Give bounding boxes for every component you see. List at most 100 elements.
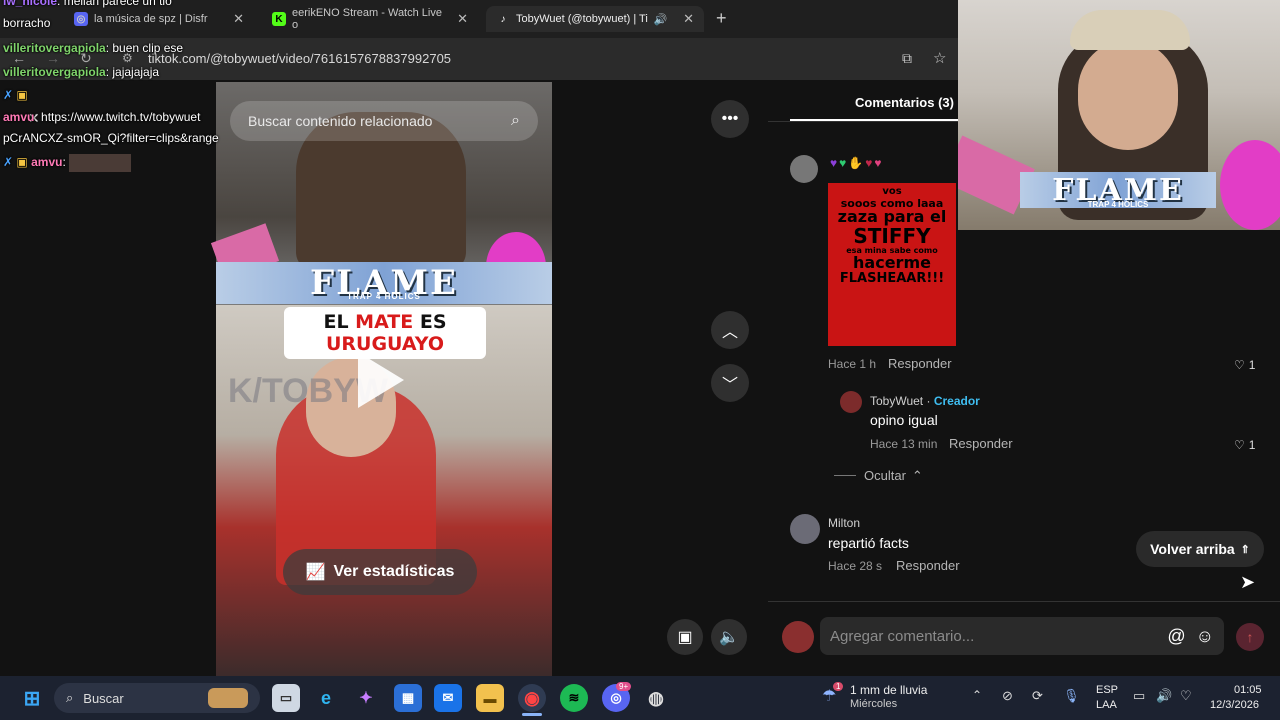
view-stats-button[interactable]: 📈 Ver estadísticas (283, 549, 477, 595)
sticker-text: FLASHEAAR!!! (839, 271, 945, 287)
sticker-text: STIFFY (853, 223, 931, 248)
chat-message: borracho (3, 16, 50, 30)
streamer-face (1078, 40, 1178, 150)
volume-icon[interactable]: 🔊 (1156, 688, 1172, 704)
volume-button[interactable]: 🔈 (711, 619, 747, 655)
divider (834, 475, 856, 476)
taskbar-search-label: Buscar (83, 690, 124, 706)
hide-replies-button[interactable]: Ocultar ⌃ (864, 468, 923, 484)
network-disabled-icon[interactable]: ⊘ (1002, 688, 1013, 704)
chat-message: ✗ ▣ amvu: (3, 154, 132, 172)
edge-icon[interactable]: e (312, 684, 340, 712)
mention-icon[interactable]: @ (1167, 626, 1185, 647)
language-code[interactable]: ESP (1096, 684, 1118, 696)
back-to-top-button[interactable]: Volver arriba ⇑ (1136, 531, 1264, 567)
clock-date: 12/3/2026 (1210, 699, 1259, 711)
related-search-input[interactable]: Buscar contenido relacionado ⌕ (230, 101, 538, 141)
spotify-icon[interactable]: ≋ (560, 684, 588, 712)
sub-badge-icon: ▣ (16, 155, 28, 170)
tab-kick[interactable]: K eerikENO Stream - Watch Live o ✕ (262, 6, 478, 32)
display-icon[interactable]: ▭ (1133, 688, 1145, 704)
comment-time: Hace 28 s (828, 559, 883, 573)
chevron-up-icon: ⌃ (911, 468, 923, 483)
comment-author[interactable]: Milton (828, 516, 860, 530)
discord-icon: ◎ (74, 12, 88, 26)
store-icon[interactable]: ▦ (394, 684, 422, 712)
reply-button[interactable]: Responder (949, 436, 1013, 451)
banner-text: ES (413, 311, 447, 333)
speaker-icon: 🔈 (719, 629, 739, 646)
chrome-icon[interactable]: ◉ (518, 684, 546, 712)
windows-start-icon[interactable]: ⊞ (18, 684, 46, 712)
tab-tiktok[interactable]: ♪ TobyWuet (@tobywuet) | Ti 🔊 ✕ (486, 6, 704, 32)
taskbar-search[interactable]: ⌕ Buscar (54, 683, 260, 713)
obs-icon[interactable]: ◍ (642, 684, 670, 712)
comment-author[interactable]: TobyWuet (870, 394, 923, 408)
outlook-icon[interactable]: ✉ (434, 684, 462, 712)
sub-badge-icon: ▣ (16, 88, 28, 102)
search-highlight-icon (208, 688, 248, 708)
heart-outline-icon: ♡ (1234, 438, 1245, 452)
install-app-icon[interactable]: ⧉ (902, 50, 912, 67)
emoji-icon[interactable]: ☺ (1196, 626, 1214, 647)
copilot-icon[interactable]: ✦ (352, 684, 380, 712)
reply-button[interactable]: Responder (888, 356, 952, 371)
chat-text: : meilan parece un tio (57, 0, 172, 8)
pink-heart-icon: ♥ (874, 156, 884, 170)
task-view-icon[interactable]: ▭ (272, 684, 300, 712)
chat-text: : jajajajaja (105, 65, 160, 79)
pip-icon: ▣ (677, 629, 693, 646)
battery-saver-icon[interactable]: ♡ (1180, 688, 1192, 704)
chat-message: lw_nicole: meilan parece un tio (3, 0, 172, 8)
like-count: 1 (1248, 438, 1256, 452)
avatar[interactable] (840, 391, 862, 413)
previous-video-button[interactable]: ︿ (711, 311, 749, 349)
chat-message: amvu: https://www.twitch.tv/tobywuet (3, 110, 200, 124)
next-video-button[interactable]: ﹀ (711, 364, 749, 402)
tab-title: TobyWuet (@tobywuet) | Ti (516, 13, 648, 25)
show-hidden-icons[interactable]: ⌃ (972, 688, 982, 702)
url-field[interactable]: tiktok.com/@tobywuet/video/7616157678837… (148, 51, 451, 66)
clock-time[interactable]: 01:05 (1234, 684, 1262, 696)
comment-time: Hace 1 h (828, 357, 877, 371)
search-icon[interactable]: ⌕ (511, 112, 520, 130)
play-icon[interactable] (358, 352, 404, 408)
bookmark-star-icon[interactable]: ☆ (933, 49, 946, 67)
kick-icon: K (272, 12, 286, 26)
chat-text: pCrANCXZ-smOR_Qi?filter=clips&range (3, 131, 219, 145)
chat-text: : buen clip ese (105, 41, 184, 55)
speaker-icon[interactable]: 🔊 (654, 13, 668, 26)
buddha-sticker (1220, 140, 1280, 230)
avatar[interactable] (790, 155, 818, 183)
file-explorer-icon[interactable]: ▬ (476, 684, 504, 712)
send-comment-button[interactable]: ↑ (1236, 623, 1264, 651)
separator: · (926, 394, 931, 408)
sync-icon[interactable]: ⟳ (1032, 688, 1043, 704)
double-chevron-up-icon: ⇑ (1240, 543, 1250, 556)
close-icon[interactable]: ✕ (683, 11, 694, 27)
add-comment-input[interactable]: Agregar comentario... @ ☺ (820, 617, 1224, 655)
tab-title: eerikENO Stream - Watch Live o (292, 7, 442, 31)
sticker-text: vos (882, 186, 902, 197)
like-button[interactable]: ♡ 1 (1234, 358, 1255, 372)
new-tab-icon[interactable]: + (716, 8, 727, 29)
close-icon[interactable]: ✕ (233, 11, 244, 27)
like-button[interactable]: ♡ 1 (1234, 438, 1255, 452)
tab-comments[interactable]: Comentarios (3) (855, 95, 954, 110)
tab-discord[interactable]: ◎ la música de spz | Disfr ✕ (64, 6, 254, 32)
pip-button[interactable]: ▣ (667, 619, 703, 655)
chat-message: villeritovergapiola: buen clip ese (3, 41, 183, 55)
reply-button[interactable]: Responder (896, 558, 960, 573)
more-options-button[interactable]: ••• (711, 100, 749, 138)
weather-text[interactable]: 1 mm de lluvia (850, 683, 927, 697)
chat-text: borracho (3, 16, 51, 30)
related-search-placeholder: Buscar contenido relacionado (248, 113, 433, 129)
heart-outline-icon: ♡ (1234, 358, 1245, 372)
sticker-text: hacerme (853, 253, 931, 273)
green-heart-icon: ♥ (839, 156, 849, 170)
chart-icon: 📈 (305, 564, 326, 581)
emoji-username: ♥♥✋♥♥ (830, 156, 883, 170)
close-icon[interactable]: ✕ (457, 11, 468, 27)
microphone-icon[interactable]: 🎙 (1063, 688, 1080, 704)
avatar[interactable] (790, 514, 820, 544)
